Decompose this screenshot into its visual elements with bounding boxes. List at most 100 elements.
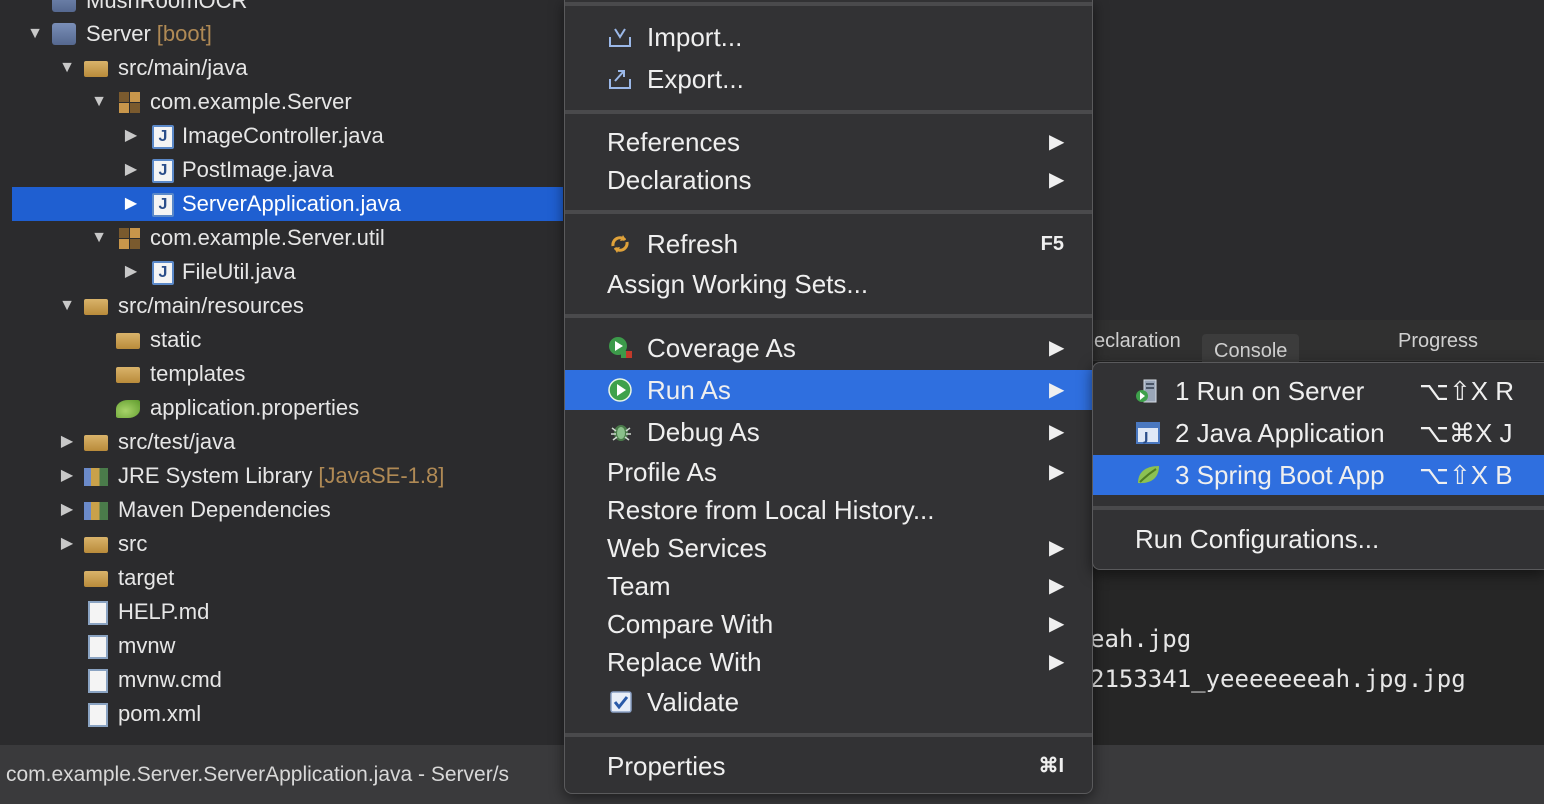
tab-declaration[interactable]: eclaration [1094, 330, 1181, 353]
collapsed-chevron-icon[interactable]: ▶ [58, 425, 76, 459]
context-menu: Import... Export... References ▶ Declara… [564, 0, 1093, 794]
menu-item-import[interactable]: Import... [565, 17, 1092, 57]
java-file-icon: J [152, 193, 174, 217]
tree-item-templates[interactable]: templates [0, 357, 562, 391]
refresh-icon [611, 235, 629, 253]
folder-icon [116, 367, 140, 383]
tree-item-imagecontroller[interactable]: ▶ J ImageController.java [0, 119, 562, 153]
submenu-item-run-configurations[interactable]: Run Configurations... [1093, 519, 1544, 559]
tree-item-application-properties[interactable]: application.properties [0, 391, 562, 425]
submenu-item-run-on-server[interactable]: 1 Run on Server ⌥⇧X R [1093, 371, 1544, 411]
tree-item-label: HELP.md [118, 599, 210, 624]
tree-item-static[interactable]: static [0, 323, 562, 357]
submenu-item-java-application[interactable]: J 2 Java Application ⌥⌘X J [1093, 413, 1544, 453]
submenu-arrow-icon: ▶ [1049, 613, 1065, 635]
shortcut-label: ⌘I [1038, 755, 1064, 777]
source-folder-icon [84, 61, 108, 77]
tree-item-help-md[interactable]: HELP.md [0, 595, 562, 629]
menu-item-coverage-as[interactable]: Coverage As ▶ [565, 328, 1092, 368]
submenu-arrow-icon: ▶ [1049, 131, 1065, 153]
debug-bug-icon [611, 425, 631, 441]
menu-separator [565, 733, 1092, 737]
menu-item-web-services[interactable]: Web Services ▶ [565, 528, 1092, 568]
tree-item-label: Server [86, 21, 151, 46]
menu-item-profile-as[interactable]: Profile As ▶ [565, 452, 1092, 492]
tree-item-label: static [150, 327, 202, 352]
collapsed-chevron-icon[interactable]: ▶ [122, 255, 140, 289]
collapsed-chevron-icon[interactable]: ▶ [122, 153, 140, 187]
tree-item-src-test-java[interactable]: ▶ src/test/java [0, 425, 562, 459]
library-icon [84, 468, 108, 486]
menu-item-references[interactable]: References ▶ [565, 122, 1092, 162]
menu-item-compare-with[interactable]: Compare With ▶ [565, 604, 1092, 644]
tree-item-package-server[interactable]: ▼ com.example.Server [0, 85, 562, 119]
submenu-item-spring-boot-app[interactable]: 3 Spring Boot App ⌥⇧X B [1093, 455, 1544, 495]
collapsed-chevron-icon[interactable]: ▶ [122, 187, 140, 221]
menu-item-team[interactable]: Team ▶ [565, 566, 1092, 606]
menu-item-run-as[interactable]: Run As ▶ [565, 370, 1092, 410]
menu-item-replace-with[interactable]: Replace With ▶ [565, 642, 1092, 682]
text-file-icon [88, 635, 108, 659]
tree-item-serverapplication[interactable]: ▶ J ServerApplication.java [12, 187, 563, 221]
menu-item-properties[interactable]: Properties ⌘I [565, 746, 1092, 786]
menu-item-export[interactable]: Export... [565, 59, 1092, 99]
tree-item-jre-library[interactable]: ▶ JRE System Library [JavaSE-1.8] [0, 459, 562, 493]
expanded-chevron-icon[interactable]: ▼ [90, 221, 108, 255]
menu-item-assign-working-sets[interactable]: Assign Working Sets... [565, 264, 1092, 304]
project-icon [52, 0, 76, 12]
menu-item-debug-as[interactable]: Debug As ▶ [565, 412, 1092, 452]
shortcut-label: F5 [1040, 233, 1064, 255]
shortcut-label: ⌥⇧X B [1419, 460, 1513, 490]
menu-separator [565, 2, 1092, 6]
expanded-chevron-icon[interactable]: ▼ [58, 289, 76, 323]
console-output-line: 2153341_yeeeeeeeah.jpg.jpg [1090, 665, 1466, 693]
tree-item-label: com.example.Server.util [150, 225, 385, 250]
tree-item-maven-dependencies[interactable]: ▶ Maven Dependencies [0, 493, 562, 527]
tab-progress[interactable]: Progress [1398, 330, 1478, 353]
server-icon [1136, 379, 1157, 403]
submenu-arrow-icon: ▶ [1049, 651, 1065, 673]
tree-item-label: src/test/java [118, 429, 236, 454]
tree-item-mvnw-cmd[interactable]: mvnw.cmd [0, 663, 562, 697]
console-output-line: eah.jpg [1090, 625, 1192, 653]
jre-version-decoration: [JavaSE-1.8] [318, 463, 445, 488]
source-folder-icon [84, 299, 108, 315]
collapsed-chevron-icon[interactable]: ▶ [58, 493, 76, 527]
tree-item-label: MushRoomOCR [86, 0, 248, 13]
tree-item-label: src [118, 531, 148, 556]
folder-icon [84, 537, 108, 553]
tree-item-label: application.properties [150, 395, 360, 420]
collapsed-chevron-icon[interactable]: ▶ [58, 459, 76, 493]
collapsed-chevron-icon[interactable]: ▶ [122, 119, 140, 153]
collapsed-chevron-icon[interactable]: ▶ [58, 527, 76, 561]
tree-item-server-project[interactable]: ▼ Server [boot] [0, 17, 562, 51]
tree-item-postimage[interactable]: ▶ J PostImage.java [0, 153, 562, 187]
menu-item-declarations[interactable]: Declarations ▶ [565, 160, 1092, 200]
tree-item-src[interactable]: ▶ src [0, 527, 562, 561]
svg-text:J: J [1143, 430, 1148, 444]
tree-item-label: templates [150, 361, 246, 386]
tree-item-label: FileUtil.java [182, 259, 296, 284]
spring-leaf-icon [116, 400, 140, 418]
tree-item-label: com.example.Server [150, 89, 352, 114]
menu-item-restore-local-history[interactable]: Restore from Local History... [565, 490, 1092, 530]
tree-item-src-main-java[interactable]: ▼ src/main/java [0, 51, 562, 85]
tree-item-src-main-resources[interactable]: ▼ src/main/resources [0, 289, 562, 323]
maven-pom-icon [88, 703, 108, 727]
tree-item-pom-xml[interactable]: pom.xml [0, 697, 562, 731]
expanded-chevron-icon[interactable]: ▼ [26, 17, 44, 51]
menu-item-validate[interactable]: Validate [565, 682, 1092, 722]
checkbox-checked-icon [610, 691, 632, 713]
tree-item-label: ImageController.java [182, 123, 384, 148]
menu-item-refresh[interactable]: Refresh F5 [565, 224, 1092, 264]
tree-item-mushroomocr[interactable]: MushRoomOCR [0, 0, 562, 18]
expanded-chevron-icon[interactable]: ▼ [90, 85, 108, 119]
folder-icon [116, 333, 140, 349]
expanded-chevron-icon[interactable]: ▼ [58, 51, 76, 85]
folder-icon [84, 571, 108, 587]
tree-item-fileutil[interactable]: ▶ J FileUtil.java [0, 255, 562, 289]
tree-item-package-util[interactable]: ▼ com.example.Server.util [0, 221, 562, 255]
tree-item-label: Maven Dependencies [118, 497, 331, 522]
tree-item-target[interactable]: target [0, 561, 562, 595]
tree-item-mvnw[interactable]: mvnw [0, 629, 562, 663]
